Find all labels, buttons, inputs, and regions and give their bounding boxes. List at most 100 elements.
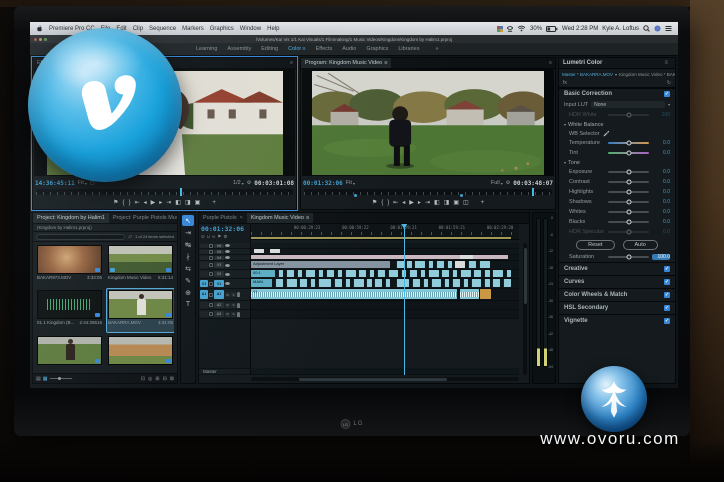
tone-header[interactable]: ▾Tone xyxy=(559,158,675,167)
timeline-clip[interactable] xyxy=(436,261,444,268)
go-to-in-button[interactable]: ⇤ xyxy=(393,199,398,206)
track-lock-icon[interactable] xyxy=(209,250,213,254)
timeline-clip[interactable] xyxy=(406,261,411,268)
step-back-button[interactable]: ◂ xyxy=(144,199,147,206)
track-lock-icon[interactable] xyxy=(209,303,213,307)
auto-button[interactable]: Auto xyxy=(623,240,658,250)
find-icon[interactable]: ◎ xyxy=(148,376,152,382)
project-item-bakarra-mov[interactable]: BAKARRA.MOV3:31:05 xyxy=(107,289,174,331)
track-lock-icon[interactable] xyxy=(209,244,213,248)
button-editor-button[interactable]: + xyxy=(212,200,216,206)
timeline-clip[interactable] xyxy=(479,261,490,268)
type-tool[interactable]: T xyxy=(182,299,194,310)
timeline-clip[interactable] xyxy=(452,279,460,287)
creative-checkbox[interactable]: ✓ xyxy=(664,266,670,272)
eyedropper-icon[interactable] xyxy=(603,130,610,137)
timeline-clip[interactable] xyxy=(286,270,294,277)
program-resolution-select[interactable]: Full▾ xyxy=(491,180,503,186)
workspace-tab-libraries[interactable]: Libraries xyxy=(398,46,419,52)
slider-track-whites[interactable] xyxy=(608,211,649,213)
program-timecode[interactable]: 00:01:32:06 xyxy=(303,180,343,187)
source-patch-a2[interactable] xyxy=(200,302,208,308)
delete-icon[interactable]: ⊠ xyxy=(170,376,174,382)
timeline-clip[interactable] xyxy=(506,270,511,277)
play-button[interactable]: ▶ xyxy=(409,199,414,206)
source-zoom-select[interactable]: Fit▾ xyxy=(78,180,87,186)
track-target-v5[interactable]: V5 xyxy=(214,250,224,254)
close-tab-icon[interactable]: × xyxy=(240,215,243,221)
comparison-view-button[interactable]: ◫ xyxy=(463,199,469,206)
zoom-window-icon[interactable] xyxy=(44,38,47,41)
white-balance-header[interactable]: ▾White Balance xyxy=(559,120,675,129)
timeline-clip[interactable] xyxy=(431,279,442,287)
menu-window[interactable]: Window xyxy=(240,26,261,32)
go-to-out-button[interactable]: ⇥ xyxy=(166,199,171,206)
notification-center-icon[interactable] xyxy=(665,25,672,32)
source-patch-a1[interactable]: A1 xyxy=(200,290,208,299)
track-lane-v2[interactable]: 00:1 xyxy=(251,270,519,279)
snap-icon[interactable]: ∪ xyxy=(207,234,210,240)
timeline-clip[interactable] xyxy=(473,270,481,277)
thumbnail-zoom-slider[interactable] xyxy=(50,378,72,379)
lumetri-clip-selector[interactable]: Master * BAKARRA.MOV ▾ Kingdom Music Vid… xyxy=(559,69,675,79)
spotlight-search-icon[interactable] xyxy=(643,25,650,32)
ripple-edit-tool[interactable]: ↹ xyxy=(182,239,194,250)
project-search-input[interactable] xyxy=(36,234,125,240)
timeline-clip[interactable] xyxy=(409,270,417,277)
track-output-icon[interactable] xyxy=(225,273,230,276)
timeline-clip[interactable] xyxy=(480,289,491,299)
track-record-icon[interactable] xyxy=(237,312,240,317)
timeline-clip[interactable] xyxy=(428,270,439,277)
timeline-clip[interactable] xyxy=(299,279,307,287)
timeline-clip-adjustment-layer[interactable]: Adjustment Layer xyxy=(251,261,390,268)
program-scrubber[interactable] xyxy=(304,189,552,195)
panel-menu-icon[interactable]: ≡ xyxy=(287,60,296,66)
timeline-clip[interactable] xyxy=(503,279,511,287)
menu-help[interactable]: Help xyxy=(267,26,279,32)
hand-tool[interactable]: ⊕ xyxy=(182,287,194,298)
track-mute-button[interactable]: M xyxy=(225,292,230,297)
track-solo-button[interactable]: S xyxy=(231,312,236,317)
timeline-settings-icon[interactable]: ⚙ xyxy=(223,234,227,240)
track-target-v2[interactable]: V2 xyxy=(214,271,224,277)
settings-wrench-icon[interactable]: ⚙ xyxy=(247,180,251,186)
project-bin-path[interactable]: (Kingdom by Halim1.prproj) xyxy=(33,224,177,232)
slider-track-highlights[interactable] xyxy=(608,191,649,193)
source-patch-v2[interactable] xyxy=(200,271,208,277)
curves-checkbox[interactable]: ✓ xyxy=(664,279,670,285)
slider-handle[interactable] xyxy=(626,141,631,146)
source-patch-v6[interactable] xyxy=(200,244,208,248)
slider-track-exposure[interactable] xyxy=(608,171,649,173)
timeline-clip[interactable] xyxy=(492,270,503,277)
insert-button[interactable]: ◧ xyxy=(175,199,181,206)
vimeo-logo-badge[interactable] xyxy=(28,28,182,182)
reset-effect-icon[interactable]: ↻ xyxy=(667,80,671,86)
site-url[interactable]: www.ovoru.com xyxy=(515,429,705,449)
timeline-clip[interactable] xyxy=(326,270,334,277)
ovoru-logo-badge[interactable] xyxy=(581,366,647,432)
export-frame-button[interactable]: ▣ xyxy=(195,199,201,206)
menu-clip[interactable]: Clip xyxy=(133,26,143,32)
track-output-icon[interactable] xyxy=(225,244,230,247)
track-output-icon[interactable] xyxy=(225,264,230,267)
project-item-kingdom-music-video[interactable]: Kingdom Music Video5:31:14 xyxy=(107,244,174,286)
track-lane-a2[interactable] xyxy=(251,301,519,310)
timeline-clip[interactable] xyxy=(366,279,371,287)
input-lut-select[interactable]: None xyxy=(591,101,665,108)
timeline-clip[interactable] xyxy=(463,279,468,287)
timeline-clip[interactable] xyxy=(275,279,283,287)
slider-track-hdr-specular[interactable] xyxy=(608,231,649,233)
lift-button[interactable]: ◧ xyxy=(434,199,440,206)
track-output-icon[interactable] xyxy=(225,282,230,285)
slider-track-saturation[interactable] xyxy=(608,256,649,258)
work-area-bar[interactable] xyxy=(251,237,511,239)
timeline-clip-00-1[interactable]: 00:1 xyxy=(251,270,275,277)
project-item-bakar973-mov[interactable]: BAKAR973.MOV3:33:05 xyxy=(36,244,103,286)
track-mute-button[interactable]: M xyxy=(225,312,230,317)
track-target-v6[interactable]: V6 xyxy=(214,244,224,248)
workspace-tab-effects[interactable]: Effects xyxy=(316,46,333,52)
source-scrubber[interactable] xyxy=(36,189,293,195)
slider-handle[interactable] xyxy=(626,255,631,260)
dropbox-icon[interactable] xyxy=(507,26,513,32)
track-target-a2[interactable]: A2 xyxy=(214,302,224,308)
